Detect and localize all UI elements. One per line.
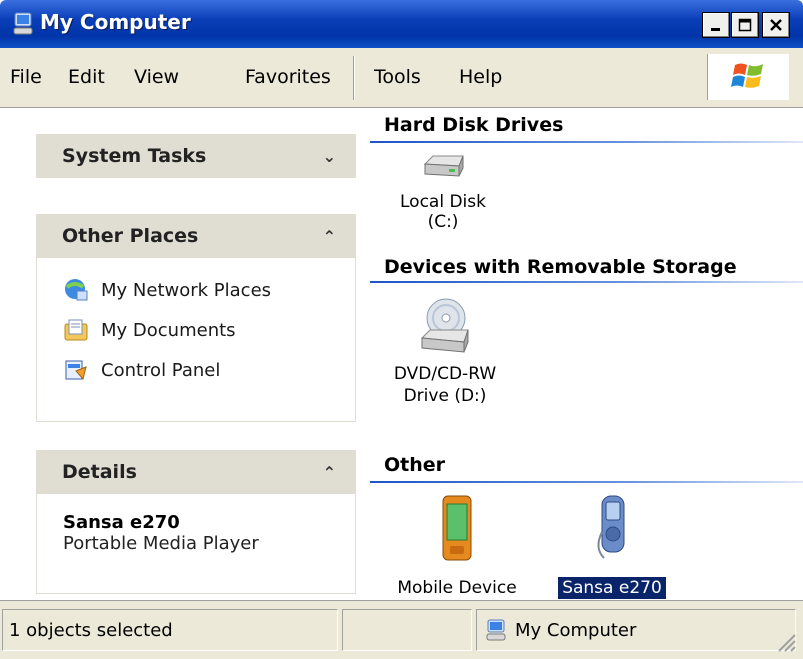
drive-dvd[interactable]: DVD/CD-RW Drive (D:): [380, 296, 510, 407]
menu-edit[interactable]: Edit: [68, 66, 105, 88]
close-button[interactable]: [762, 12, 790, 38]
group-title-hard-disk: Hard Disk Drives: [384, 114, 564, 136]
group-divider: [370, 141, 803, 143]
other-places-header[interactable]: Other Places ⌃: [36, 214, 356, 258]
close-icon: [770, 19, 782, 31]
task-pane: System Tasks ⌄ Other Places ⌃ My Network…: [0, 108, 370, 600]
details-header[interactable]: Details ⌃: [36, 450, 356, 494]
window-title: My Computer: [40, 10, 191, 34]
windows-flag-icon: [730, 63, 763, 88]
content-pane: Hard Disk Drives Local Disk (C:) Devices…: [370, 108, 803, 600]
title-bar[interactable]: My Computer: [0, 0, 803, 48]
drive-label-dvd-line2: Drive (D:): [403, 386, 487, 406]
menu-file[interactable]: File: [10, 66, 42, 88]
details-item-type: Portable Media Player: [63, 533, 259, 554]
menu-favorites[interactable]: Favorites: [245, 66, 331, 88]
windows-logo-box: [707, 54, 789, 100]
device-mobile[interactable]: Mobile Device: [382, 492, 532, 599]
menu-help[interactable]: Help: [459, 66, 502, 88]
status-bar: 1 objects selected My Computer: [0, 600, 803, 659]
other-places-body: My Network Places My Documents Control P…: [36, 258, 356, 422]
status-empty: [342, 609, 472, 651]
place-label-network: My Network Places: [101, 279, 272, 301]
details-title: Details: [62, 461, 137, 483]
details-body: Sansa e270 Portable Media Player: [36, 494, 356, 594]
resize-grip-icon[interactable]: [775, 631, 797, 653]
menu-separator: [353, 56, 355, 100]
maximize-icon: [738, 18, 752, 32]
hard-disk-icon: [423, 155, 464, 177]
minimize-icon: [711, 28, 720, 31]
place-label-documents: My Documents: [101, 319, 236, 341]
status-selection: 1 objects selected: [2, 609, 338, 651]
status-location-label: My Computer: [515, 619, 637, 641]
other-places-panel: Other Places ⌃ My Network Places My Docu…: [36, 214, 356, 422]
place-my-documents[interactable]: My Documents: [63, 310, 339, 350]
device-sansa[interactable]: Sansa e270: [542, 492, 682, 599]
control-panel-icon: [65, 360, 87, 381]
media-player-icon: [597, 495, 625, 559]
chevron-up-icon[interactable]: ⌃: [323, 463, 336, 482]
status-location: My Computer: [476, 609, 796, 651]
place-my-network[interactable]: My Network Places: [63, 270, 339, 310]
dvd-drive-icon: [420, 298, 469, 353]
device-label-mobile: Mobile Device: [397, 578, 517, 598]
group-divider: [370, 481, 803, 483]
group-title-removable: Devices with Removable Storage: [384, 256, 737, 278]
drive-local-disk[interactable]: Local Disk (C:): [378, 150, 508, 233]
minimize-button[interactable]: [702, 12, 730, 38]
menu-tools[interactable]: Tools: [374, 66, 421, 88]
system-tasks-header[interactable]: System Tasks ⌄: [36, 134, 356, 178]
documents-folder-icon: [64, 319, 88, 341]
other-places-title: Other Places: [62, 225, 199, 247]
group-title-other: Other: [384, 454, 446, 476]
details-panel: Details ⌃ Sansa e270 Portable Media Play…: [36, 450, 356, 594]
mobile-device-icon: [442, 495, 472, 561]
place-label-control-panel: Control Panel: [101, 359, 221, 381]
my-computer-icon: [13, 12, 33, 35]
details-item-name: Sansa e270: [63, 512, 180, 533]
my-computer-icon: [486, 619, 506, 641]
group-divider: [370, 281, 803, 283]
menu-bar: File Edit View Favorites Tools Help: [0, 48, 803, 108]
system-tasks-panel: System Tasks ⌄: [36, 134, 356, 178]
chevron-down-icon[interactable]: ⌄: [323, 147, 336, 166]
place-control-panel[interactable]: Control Panel: [63, 350, 339, 390]
device-label-sansa: Sansa e270: [558, 577, 666, 599]
chevron-up-icon[interactable]: ⌃: [323, 227, 336, 246]
drive-label-c: Local Disk (C:): [400, 192, 486, 232]
system-tasks-title: System Tasks: [62, 145, 207, 167]
maximize-button[interactable]: [731, 12, 759, 38]
menu-view[interactable]: View: [134, 66, 179, 88]
drive-label-dvd-line1: DVD/CD-RW: [393, 364, 497, 384]
network-places-icon: [65, 279, 88, 301]
